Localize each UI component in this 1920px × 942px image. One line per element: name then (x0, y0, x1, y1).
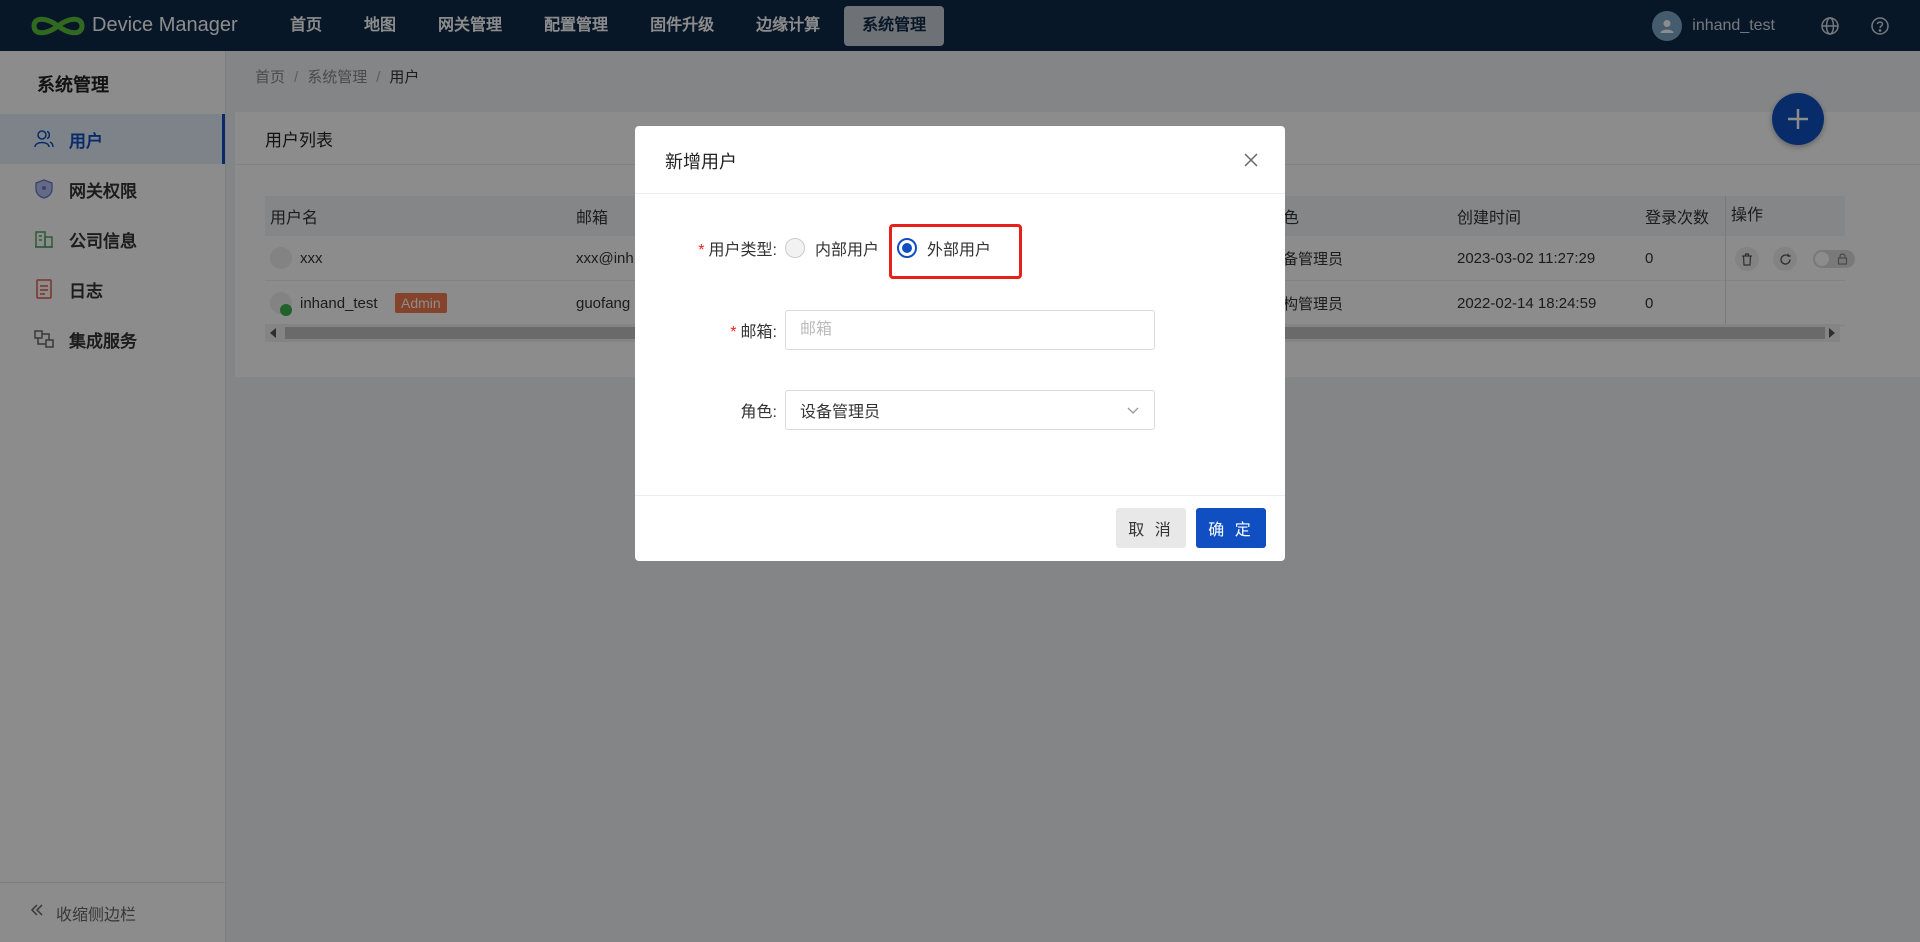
radio-label: 内部用户 (815, 242, 880, 259)
cancel-button[interactable]: 取 消 (1116, 508, 1186, 548)
radio-circle[interactable] (785, 238, 805, 258)
user-type-label: * 用户类型: (698, 242, 777, 259)
radio-internal-user[interactable]: 内部用户 (785, 236, 879, 260)
role-select[interactable]: 设备管理员 (785, 390, 1155, 430)
add-user-dialog: 新增用户 *用户类型: 内部用户 外部用户 *邮箱: 角色: 设备管理员 取 消… (635, 126, 1285, 561)
email-label: * 邮箱: (730, 324, 777, 341)
close-button[interactable] (1239, 148, 1263, 172)
highlight-box (889, 224, 1022, 279)
role-label: 角色: (740, 404, 777, 421)
email-row: * 邮箱: (635, 310, 1155, 350)
dialog-header: 新增用户 (635, 126, 1285, 194)
dialog-title: 新增用户 (665, 152, 737, 172)
role-select-value: 设备管理员 (800, 404, 881, 421)
close-icon (1244, 153, 1258, 167)
email-field[interactable] (785, 310, 1155, 350)
confirm-button[interactable]: 确 定 (1196, 508, 1266, 548)
role-row: 角色: 设备管理员 (635, 390, 1155, 430)
chevron-down-icon (1127, 407, 1139, 414)
dialog-footer: 取 消 确 定 (635, 495, 1285, 561)
